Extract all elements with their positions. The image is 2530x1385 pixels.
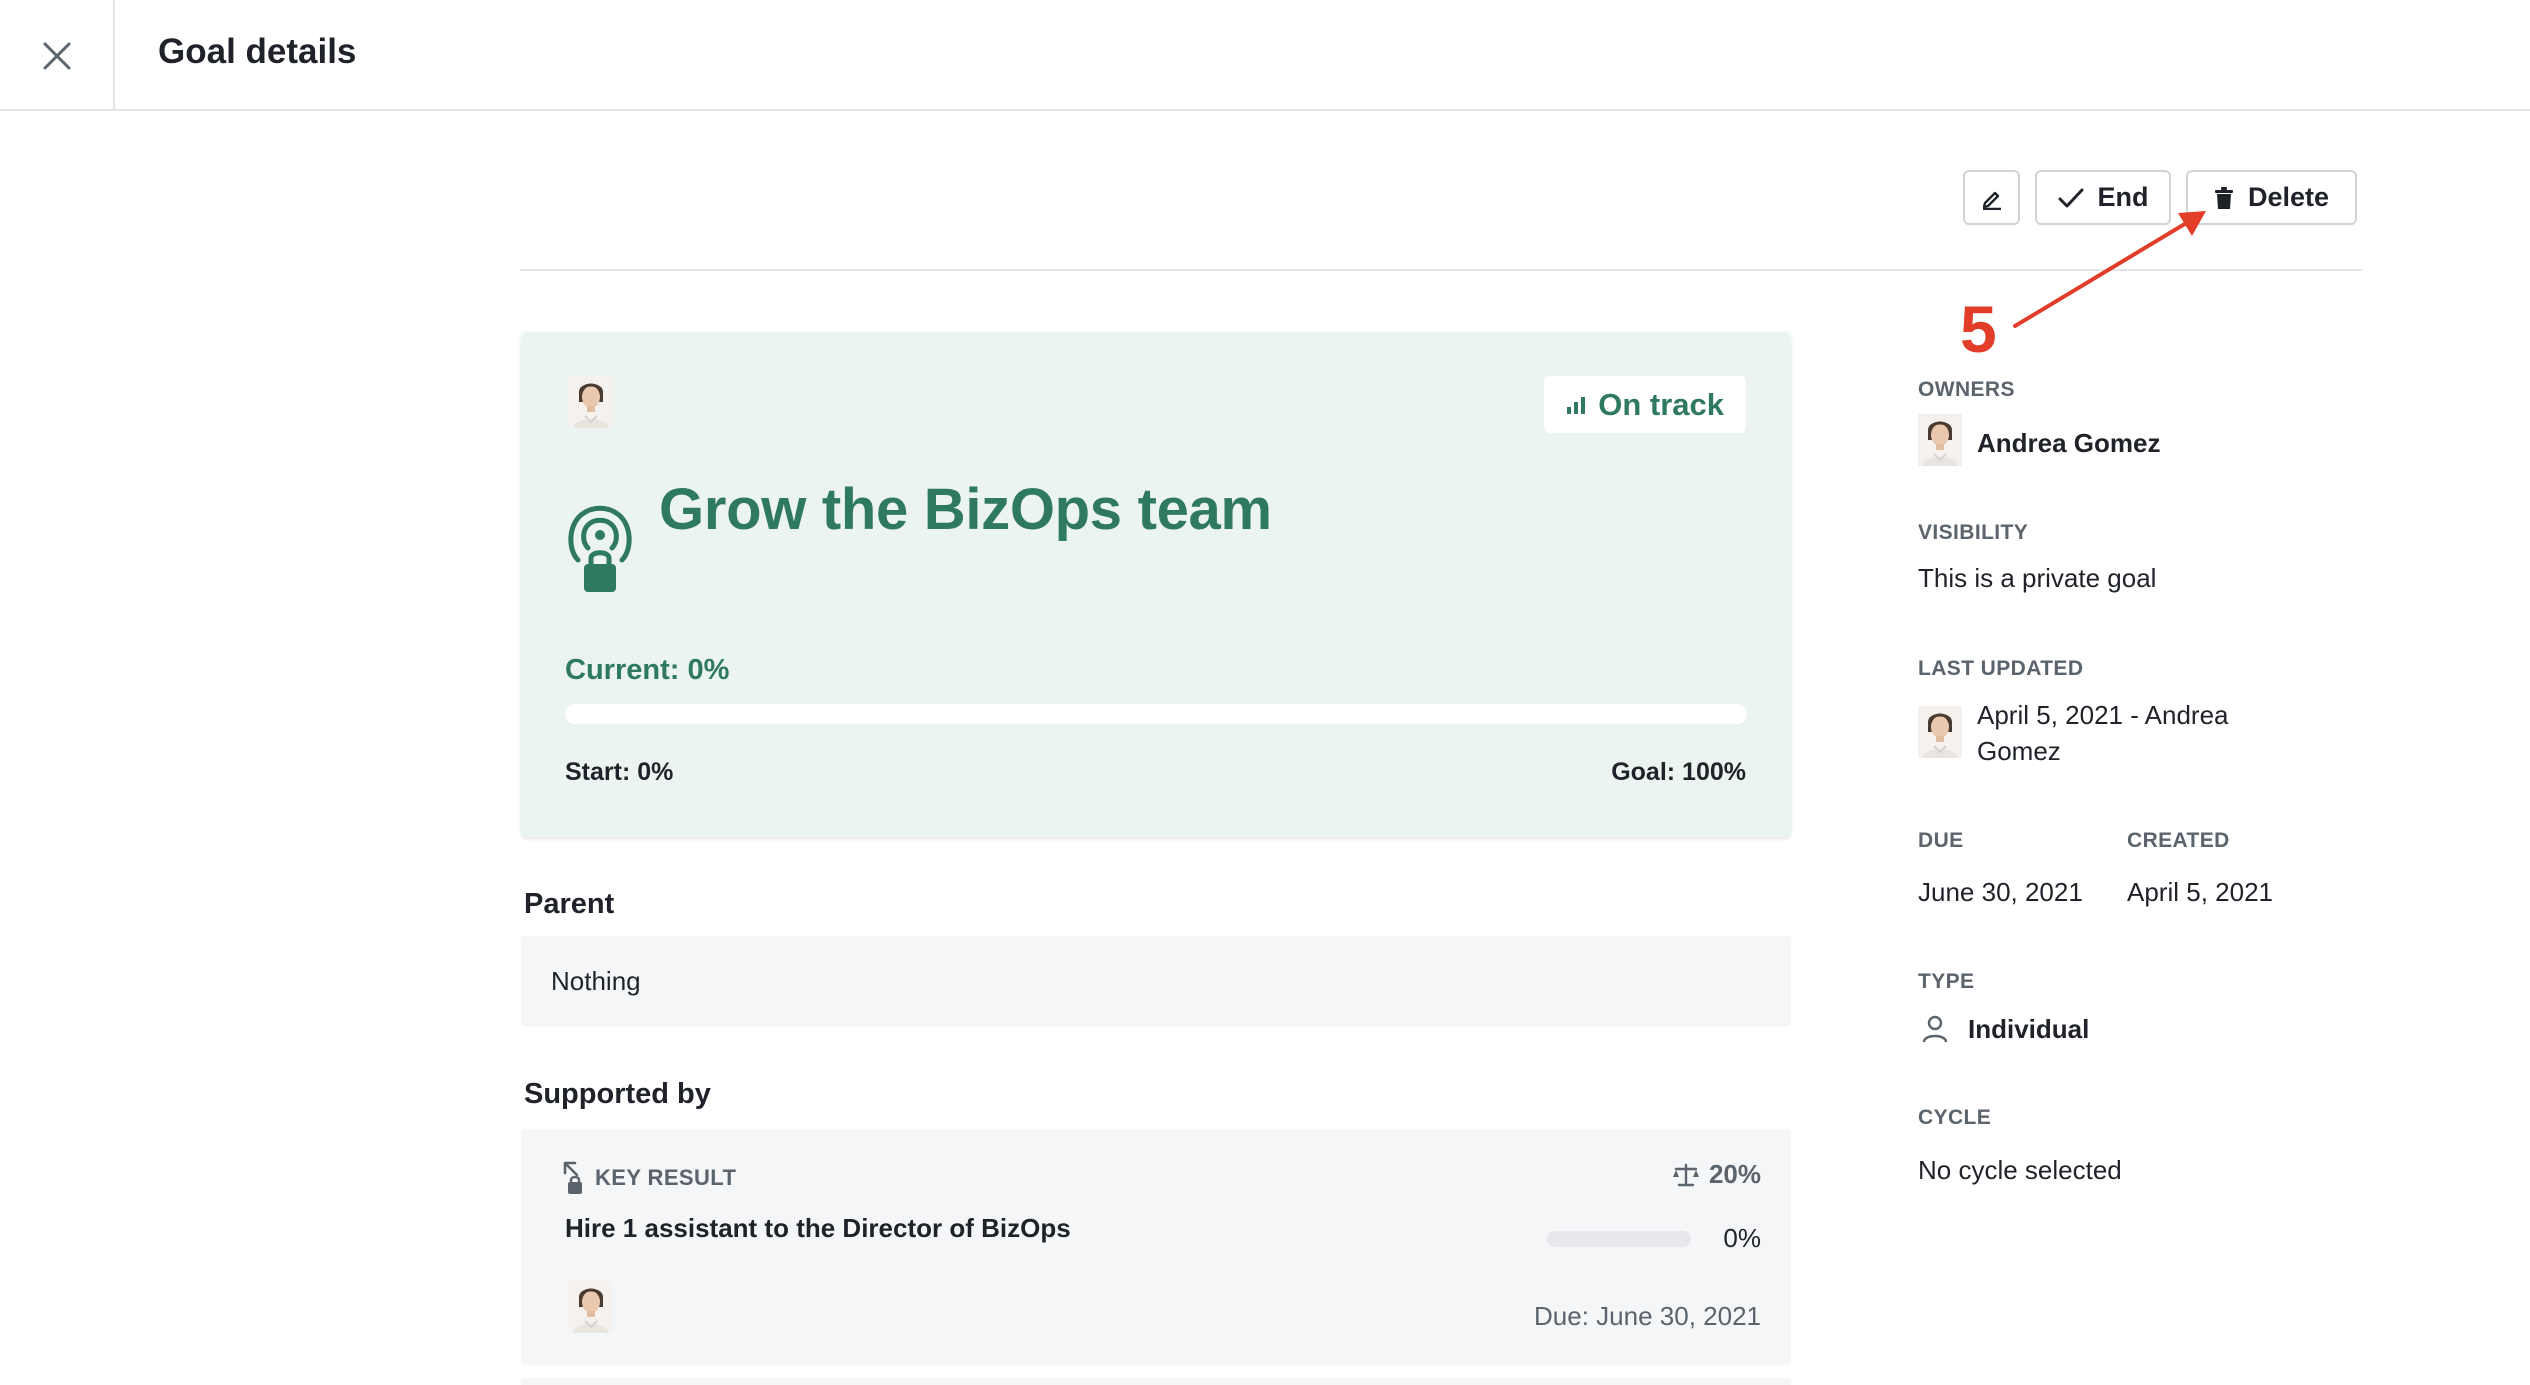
key-result-weight: 20% — [1672, 1159, 1761, 1190]
type-value: Individual — [1968, 1014, 2090, 1044]
key-result-progress-bar — [1547, 1231, 1691, 1247]
goal-value-label: Goal: 100% — [1611, 758, 1746, 786]
annotation-step-number: 5 — [1960, 292, 1997, 366]
key-result-card[interactable]: KEY RESULT 20% Hire 1 assistant to the D… — [521, 1129, 1791, 1365]
last-updated-label: LAST UPDATED — [1918, 657, 2084, 680]
visibility-label: VISIBILITY — [1918, 521, 2029, 544]
status-label: On track — [1598, 386, 1724, 422]
close-button[interactable] — [0, 0, 115, 111]
page-title: Goal details — [158, 32, 357, 71]
owners-label: OWNERS — [1918, 378, 2015, 401]
visibility-value: This is a private goal — [1918, 563, 2157, 593]
key-result-owner-avatar — [569, 1281, 613, 1333]
close-icon — [43, 42, 70, 69]
start-value-label: Start: 0% — [565, 758, 674, 786]
scale-icon — [1672, 1163, 1699, 1186]
next-card-edge — [521, 1378, 1791, 1385]
last-updated-avatar — [1918, 706, 1962, 758]
private-goal-icon — [568, 505, 632, 592]
owner-avatar-sidebar — [1918, 414, 1962, 466]
created-label: CREATED — [2127, 829, 2230, 852]
end-button-label: End — [2097, 182, 2149, 212]
status-badge: On track — [1544, 376, 1746, 433]
owner-avatar — [569, 376, 613, 428]
key-result-title: Hire 1 assistant to the Director of BizO… — [565, 1213, 1071, 1243]
delete-button[interactable]: Delete — [2186, 170, 2357, 225]
due-value: June 30, 2021 — [1918, 877, 2083, 907]
due-label: DUE — [1918, 829, 1964, 852]
parent-goal-box[interactable]: Nothing — [521, 936, 1791, 1027]
bar-chart-icon — [1567, 396, 1586, 414]
goal-card: On track Grow the BizOps team Current: 0… — [521, 332, 1791, 837]
current-progress-label: Current: 0% — [565, 654, 730, 686]
goal-progress-bar — [565, 704, 1747, 724]
key-result-type-label: KEY RESULT — [595, 1165, 737, 1190]
edit-button[interactable] — [1963, 170, 2020, 225]
parent-section-title: Parent — [524, 888, 615, 920]
trash-icon — [2214, 186, 2233, 209]
header-bar: Goal details — [0, 0, 2530, 111]
last-updated-value-line1: April 5, 2021 - Andrea — [1977, 700, 2229, 730]
key-result-progress-value: 0% — [1723, 1223, 1761, 1253]
key-result-weight-value: 20% — [1708, 1159, 1761, 1189]
check-icon — [2058, 188, 2083, 207]
key-result-due-date: Due: June 30, 2021 — [1534, 1301, 1761, 1331]
last-updated-value-line2: Gomez — [1977, 736, 2061, 766]
person-icon — [1922, 1015, 1948, 1043]
supported-by-section-title: Supported by — [524, 1078, 711, 1110]
toolbar-divider — [520, 269, 2362, 271]
created-value: April 5, 2021 — [2127, 877, 2273, 907]
end-button[interactable]: End — [2035, 170, 2171, 225]
cycle-label: CYCLE — [1918, 1106, 1992, 1129]
type-label: TYPE — [1918, 970, 1975, 993]
key-result-type: KEY RESULT — [563, 1161, 736, 1195]
key-result-icon — [563, 1161, 582, 1194]
cycle-value: No cycle selected — [1918, 1155, 2122, 1185]
goal-title: Grow the BizOps team — [659, 477, 1272, 542]
pencil-icon — [1982, 191, 2001, 210]
delete-button-label: Delete — [2247, 182, 2330, 212]
owner-name[interactable]: Andrea Gomez — [1977, 428, 2161, 459]
parent-goal-value: Nothing — [551, 966, 641, 996]
